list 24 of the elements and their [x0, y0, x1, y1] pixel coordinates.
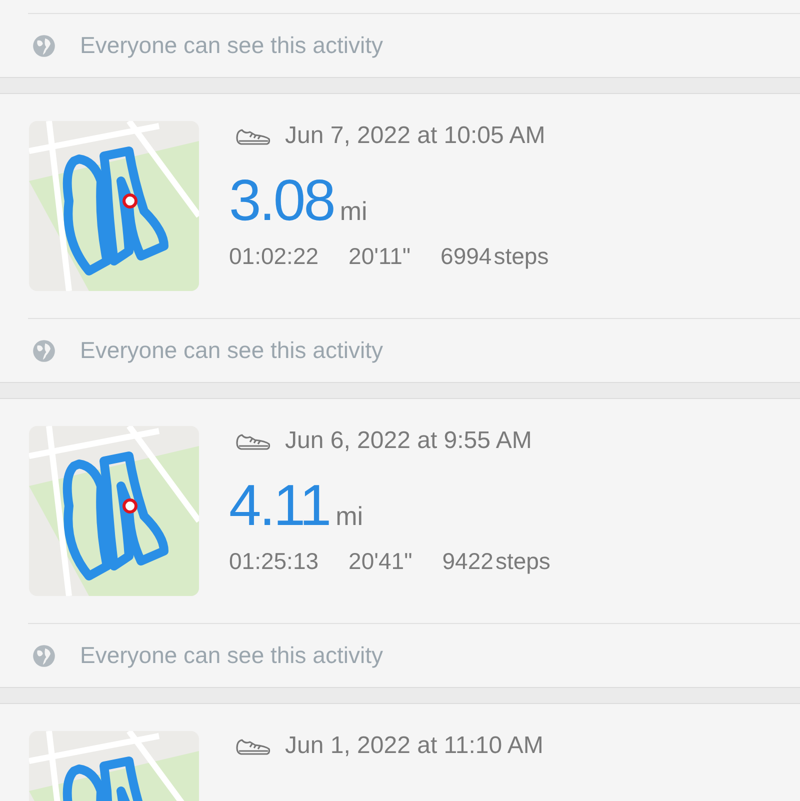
step-count: 9422 [442, 548, 494, 575]
activity-date: Jun 7, 2022 at 10:05 AM [285, 122, 546, 150]
duration: 01:25:13 [229, 548, 319, 575]
distance-value: 3.08 [229, 167, 334, 234]
visibility-label: Everyone can see this activity [80, 642, 383, 669]
globe-icon [32, 644, 56, 668]
step-count: 6994 [440, 243, 492, 270]
visibility-label: Everyone can see this activity [80, 32, 383, 59]
distance-value: 4.11 [229, 472, 330, 539]
shoe-icon [235, 431, 271, 451]
visibility-label: Everyone can see this activity [80, 337, 383, 364]
shoe-icon [235, 736, 271, 756]
globe-icon [32, 34, 56, 58]
steps-unit: steps [495, 548, 550, 575]
shoe-icon [235, 126, 271, 146]
distance-unit: mi [340, 196, 368, 227]
pace: 20'41" [348, 548, 412, 575]
distance-unit: mi [336, 501, 364, 532]
duration: 01:02:22 [229, 243, 319, 270]
pace: 20'11" [348, 243, 411, 270]
steps-unit: steps [494, 243, 549, 270]
globe-icon [32, 338, 56, 362]
activity-date: Jun 1, 2022 at 11:10 AM [285, 732, 544, 760]
activity-date: Jun 6, 2022 at 9:55 AM [285, 427, 532, 455]
